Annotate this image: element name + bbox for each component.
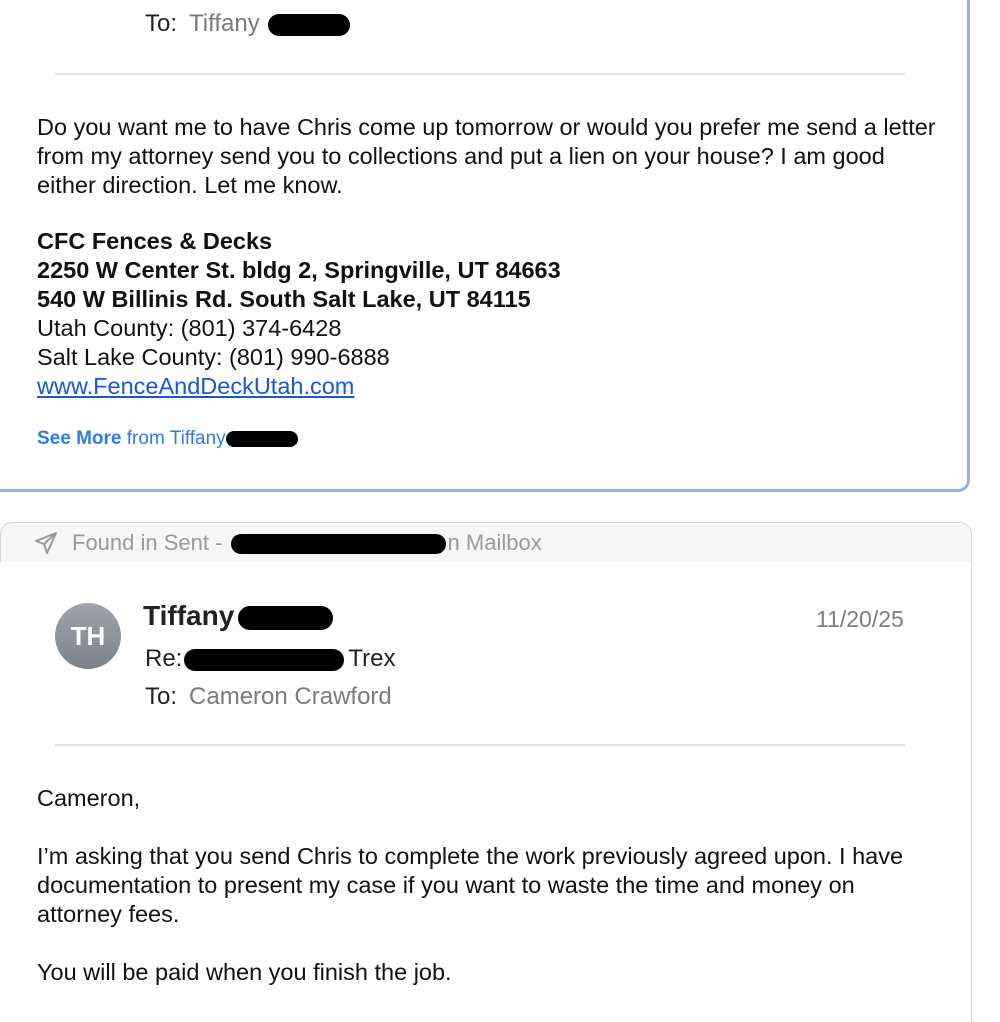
- signature-company: CFC Fences & Decks: [37, 228, 273, 254]
- header-divider: [55, 73, 905, 75]
- recipient-name: Cameron Crawford: [189, 683, 392, 710]
- body-paragraph: You will be paid when you finish the job…: [37, 959, 452, 985]
- redaction-mark: [184, 648, 345, 671]
- message-body: Cameron, I’m asking that you send Chris …: [37, 784, 937, 987]
- signature-address-2: 540 W Billinis Rd. South Salt Lake, UT 8…: [37, 286, 531, 312]
- see-more-sender: from Tiffany: [126, 428, 226, 449]
- to-label: To:: [145, 10, 178, 37]
- found-prefix: Found in Sent -: [72, 530, 229, 555]
- recipient-row: To: Cameron Crawford: [145, 683, 392, 711]
- redaction-mark: [238, 605, 334, 630]
- signature-website-link[interactable]: www.FenceAndDeckUtah.com: [37, 372, 561, 401]
- body-greeting: Cameron,: [37, 785, 141, 811]
- paper-plane-icon: [35, 532, 57, 554]
- signature-address-1: 2250 W Center St. bldg 2, Springville, U…: [37, 257, 561, 283]
- recipient-row: To: Tiffany: [145, 10, 351, 38]
- sender-name: Tiffany: [143, 600, 235, 631]
- message-body: Do you want me to have Chris come up tom…: [37, 113, 937, 200]
- body-paragraph: I’m asking that you send Chris to comple…: [37, 843, 904, 927]
- subject-suffix: Trex: [348, 645, 396, 672]
- see-more-link[interactable]: See More from Tiffany: [37, 428, 298, 450]
- see-more-label: See More: [37, 428, 122, 449]
- redaction-mark: [230, 534, 446, 555]
- to-label: To:: [145, 683, 178, 710]
- header-divider: [55, 744, 905, 746]
- avatar: TH: [55, 603, 121, 669]
- subject-row: Re: Trex: [145, 645, 395, 673]
- found-suffix: n Mailbox: [447, 530, 542, 555]
- signature-phone-salt-lake: Salt Lake County: (801) 990-6888: [37, 344, 390, 370]
- signature-phone-utah: Utah County: (801) 374-6428: [37, 315, 342, 341]
- body-paragraph: Do you want me to have Chris come up tom…: [37, 114, 936, 198]
- recipient-name: Tiffany: [189, 10, 260, 37]
- redaction-mark: [268, 13, 351, 36]
- message-date: 11/20/25: [816, 606, 904, 632]
- subject-label: Re:: [145, 645, 183, 672]
- email-signature: CFC Fences & Decks 2250 W Center St. bld…: [37, 227, 561, 401]
- found-in-sent-text: Found in Sent - n Mailbox: [72, 530, 542, 556]
- redaction-mark: [225, 430, 298, 447]
- sender-row: Tiffany: [143, 600, 334, 632]
